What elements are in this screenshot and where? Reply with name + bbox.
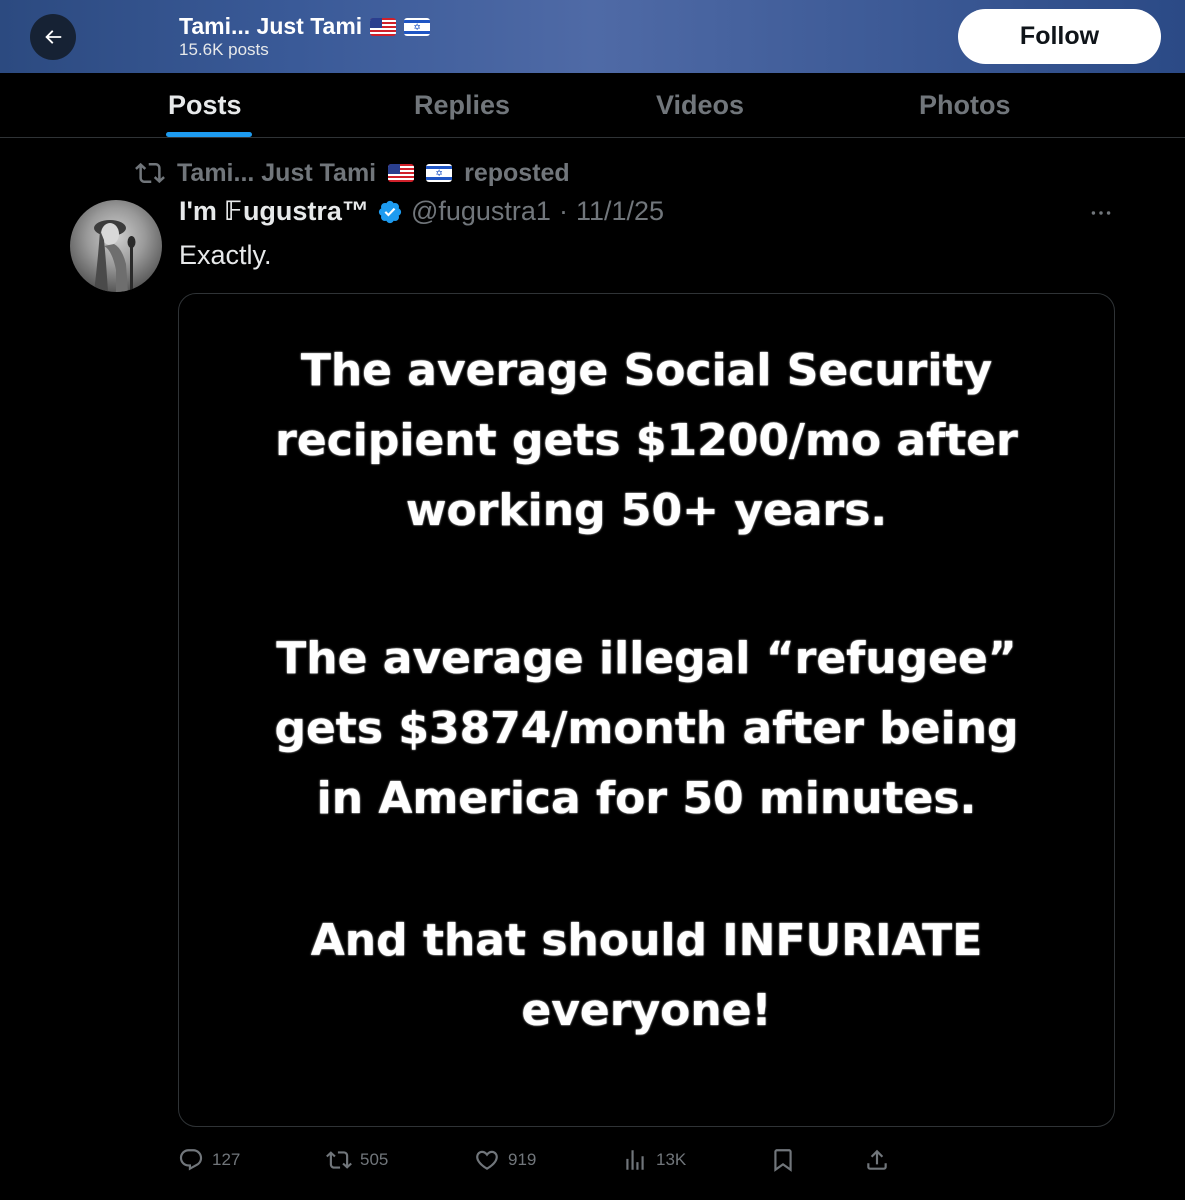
profile-header: Tami... Just Tami ✡ 15.6K posts Follow [0,0,1185,73]
reply-icon [179,1149,203,1171]
post-date[interactable]: 11/1/25 [576,196,664,227]
views-icon [626,1150,644,1170]
media-text-paragraph-1: The average Social Security recipient ge… [275,345,1018,536]
post-author-line: I'm 𝔽ugustra™ @fugustra1 · 11/1/25 [179,196,664,227]
profile-name-text: Tami... Just Tami [179,13,363,39]
share-button[interactable] [864,1140,890,1180]
post-text: Exactly. [179,240,272,270]
bookmark-button[interactable] [770,1140,796,1180]
active-tab-indicator [166,132,252,137]
repost-icon [326,1151,352,1169]
avatar[interactable] [70,200,162,292]
tab-videos[interactable]: Videos [656,73,744,137]
tab-replies[interactable]: Replies [414,73,510,137]
follow-button[interactable]: Follow [958,9,1161,64]
posts-count: 15.6K posts [179,40,269,59]
more-icon [1091,211,1111,215]
flag-il-icon: ✡ [426,164,453,182]
media-text-paragraph-2: The average illegal “refugee” gets $3874… [274,633,1019,824]
views-button[interactable]: 13K [622,1140,686,1180]
reply-button[interactable]: 127 [178,1140,240,1180]
author-name[interactable]: I'm 𝔽ugustra™ [179,196,369,227]
tab-photos[interactable]: Photos [919,73,1011,137]
repost-context[interactable]: Tami... Just Tami ✡ reposted [135,158,570,188]
repost-icon [135,162,165,184]
flag-us-icon [370,17,397,36]
like-icon [476,1150,498,1170]
profile-name: Tami... Just Tami ✡ [179,13,431,40]
like-count: 919 [508,1150,537,1169]
avatar-figure [94,220,136,292]
like-button[interactable]: 919 [474,1140,536,1180]
tab-posts[interactable]: Posts [168,73,242,137]
bookmark-icon [774,1149,792,1172]
share-icon [867,1149,887,1170]
back-arrow-icon [45,30,62,44]
author-handle[interactable]: @fugustra1 [411,196,551,227]
more-button[interactable] [1088,200,1114,226]
reply-count: 127 [212,1150,241,1169]
flag-us-icon [388,164,415,182]
repost-button[interactable]: 505 [326,1140,388,1180]
repost-by-name: Tami... Just Tami [177,158,377,187]
profile-tabs: Posts Replies Videos Photos [0,73,1185,138]
post-media-image[interactable]: The average Social Security recipient ge… [178,293,1115,1127]
views-count: 13K [656,1150,687,1169]
back-button[interactable] [30,14,76,60]
repost-suffix: reposted [464,158,570,187]
flag-il-icon: ✡ [404,17,431,36]
repost-count: 505 [360,1150,389,1169]
media-text-paragraph-3: And that should INFURIATE everyone! [310,915,983,1036]
post-actions: 127 505 919 13K [0,1140,1185,1180]
date-separator: · [558,196,568,226]
verified-badge-icon [378,200,402,223]
